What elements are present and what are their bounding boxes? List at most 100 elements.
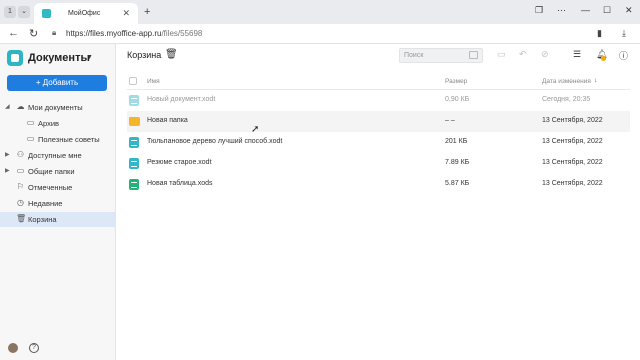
flag-icon: ⚐ xyxy=(16,182,25,191)
file-date: 13 Сентября, 2022 xyxy=(542,117,603,124)
file-name: Резюме старое.xodt xyxy=(147,159,212,166)
sidebar-item-my-documents[interactable]: ◢ ☁ Мои документы xyxy=(0,100,116,115)
sidebar-item-starred[interactable]: ⚐ Отмеченные xyxy=(0,180,116,195)
table-header: Имя Размер Дата изменения ↓ xyxy=(127,74,630,90)
collapse-arrow-icon[interactable]: ◢ xyxy=(5,103,10,110)
table-row[interactable]: Тюльпановое дерево лучший способ.xodt 20… xyxy=(127,132,630,153)
sidebar: Документы ▼ + Добавить ◢ ☁ Мои документы… xyxy=(0,44,116,360)
file-size: 0,90 КБ xyxy=(445,96,470,103)
select-all-checkbox[interactable] xyxy=(129,77,137,85)
clock-icon: ◷ xyxy=(17,198,24,207)
shared-folder-icon: ▭ xyxy=(16,166,25,175)
table-row[interactable]: Новый документ.xodt 0,90 КБ Сегодня, 20:… xyxy=(127,90,630,111)
sidebar-item-shared-with-me[interactable]: ▶ ⚇ Доступные мне xyxy=(0,148,116,163)
folder-icon: ▭ xyxy=(26,118,35,127)
minimize-icon[interactable]: — xyxy=(581,5,590,15)
sidebar-item-recent[interactable]: ◷ Недавние xyxy=(0,196,116,211)
column-name[interactable]: Имя xyxy=(147,78,160,85)
info-icon[interactable]: ⓘ xyxy=(619,49,628,62)
sidebar-item-label: Архив xyxy=(38,119,60,128)
expand-arrow-icon[interactable]: ▶ xyxy=(5,151,10,158)
file-size: 201 КБ xyxy=(445,138,468,145)
tab-list-chevron-icon[interactable]: ⌄ xyxy=(18,6,30,18)
column-date[interactable]: Дата изменения xyxy=(542,78,591,85)
sidebar-item-label: Мои документы xyxy=(28,103,83,112)
sidebar-item-useful-tips[interactable]: ▭ Полезные советы xyxy=(0,132,116,147)
expand-arrow-icon[interactable]: ▶ xyxy=(5,167,10,174)
myoffice-favicon-icon xyxy=(42,9,51,18)
empty-trash-icon[interactable]: 🗑︎ xyxy=(165,49,178,60)
collections-icon[interactable]: ❐ xyxy=(535,5,543,16)
users-icon: ⚇ xyxy=(16,150,25,159)
notification-badge xyxy=(601,56,606,61)
table-row[interactable]: Новая папка – – 13 Сентября, 2022 xyxy=(127,111,630,132)
trash-icon: 🗑︎ xyxy=(16,214,27,223)
folder-icon: ▭ xyxy=(26,134,35,143)
download-icon[interactable]: ⤓ xyxy=(622,28,626,39)
file-name: Новый документ.xodt xyxy=(147,96,216,103)
sidebar-item-label: Корзина xyxy=(28,215,57,224)
myoffice-logo-icon xyxy=(7,50,23,66)
caret-down-icon[interactable]: ▼ xyxy=(86,54,93,61)
tab-close-icon[interactable]: ✕ xyxy=(122,8,130,19)
file-name: Новая таблица.xods xyxy=(147,180,213,187)
url-host: https://files.myoffice-app.ru xyxy=(66,29,162,38)
file-date: 13 Сентября, 2022 xyxy=(542,159,603,166)
search-box[interactable] xyxy=(399,48,483,63)
back-icon[interactable]: ← xyxy=(8,27,19,39)
folder-icon xyxy=(129,117,140,126)
file-date: 13 Сентября, 2022 xyxy=(542,180,603,187)
document-file-icon xyxy=(129,158,139,169)
spreadsheet-file-icon xyxy=(129,179,139,190)
close-window-icon[interactable]: ✕ xyxy=(625,5,633,16)
restore-icon[interactable]: ⊘ xyxy=(541,49,549,60)
undo-icon[interactable]: ↶ xyxy=(519,49,527,60)
page-title: Корзина xyxy=(127,50,162,60)
sort-list-icon[interactable]: ☰ xyxy=(573,49,581,60)
maximize-icon[interactable]: ☐ xyxy=(603,5,611,16)
sidebar-item-label: Отмеченные xyxy=(28,183,73,192)
new-folder-icon[interactable]: ▭ xyxy=(497,49,506,60)
tab-title: МойОфис xyxy=(68,10,101,17)
table-row[interactable]: Резюме старое.xodt 7.89 КБ 13 Сентября, … xyxy=(127,153,630,174)
cloud-icon: ☁ xyxy=(16,102,25,111)
file-name: Новая папка xyxy=(147,117,188,124)
add-button[interactable]: + Добавить xyxy=(7,75,107,91)
table-row[interactable]: Новая таблица.xods 5.87 КБ 13 Сентября, … xyxy=(127,174,630,195)
new-tab-icon[interactable]: + xyxy=(144,6,150,18)
sidebar-item-archive[interactable]: ▭ Архив xyxy=(0,116,116,131)
document-file-icon xyxy=(129,95,139,106)
sidebar-item-label: Доступные мне xyxy=(28,151,82,160)
document-file-icon xyxy=(129,137,139,148)
sidebar-item-shared-folders[interactable]: ▶ ▭ Общие папки xyxy=(0,164,116,179)
sidebar-item-label: Полезные советы xyxy=(38,135,100,144)
file-size: 5.87 КБ xyxy=(445,180,470,187)
sidebar-item-label: Общие папки xyxy=(28,167,75,176)
column-size[interactable]: Размер xyxy=(445,78,467,85)
lock-icon[interactable]: 🔒︎ xyxy=(52,28,56,38)
search-input[interactable] xyxy=(400,49,468,62)
url-path: /files/55698 xyxy=(161,29,203,38)
file-size: 7.89 КБ xyxy=(445,159,470,166)
app-title[interactable]: Документы xyxy=(28,52,90,64)
url-field[interactable]: https://files.myoffice-app.ru/files/5569… xyxy=(66,29,202,38)
reload-icon[interactable]: ↻ xyxy=(29,27,38,40)
browser-tab[interactable]: МойОфис ✕ xyxy=(34,3,138,24)
file-date: 13 Сентября, 2022 xyxy=(542,138,603,145)
help-icon[interactable]: ? xyxy=(29,343,39,353)
main-panel: Корзина 🗑︎ ▭ ↶ ⊘ ☰ 🔔︎ ⓘ Имя Размер Дата … xyxy=(117,44,640,360)
menu-dots-icon[interactable]: ⋯ xyxy=(557,5,566,16)
address-bar: ← ↻ 🔒︎ https://files.myoffice-app.ru/fil… xyxy=(0,24,640,44)
mouse-cursor-icon: ➚ xyxy=(251,124,260,135)
search-icon[interactable] xyxy=(469,51,478,59)
file-date: Сегодня, 20:35 xyxy=(542,96,591,103)
bookmark-icon[interactable]: ▮ xyxy=(597,28,602,39)
avatar[interactable] xyxy=(8,343,18,353)
file-name: Тюльпановое дерево лучший способ.xodt xyxy=(147,138,283,145)
sidebar-item-label: Недавние xyxy=(28,199,63,208)
sidebar-item-trash[interactable]: 🗑︎ Корзина xyxy=(0,212,116,227)
sort-desc-arrow-icon[interactable]: ↓ xyxy=(594,77,597,84)
browser-tab-bar: 1 ⌄ МойОфис ✕ + ❐ ⋯ — ☐ ✕ xyxy=(0,0,640,24)
tab-counter[interactable]: 1 xyxy=(4,6,16,18)
file-size: – – xyxy=(445,117,455,124)
